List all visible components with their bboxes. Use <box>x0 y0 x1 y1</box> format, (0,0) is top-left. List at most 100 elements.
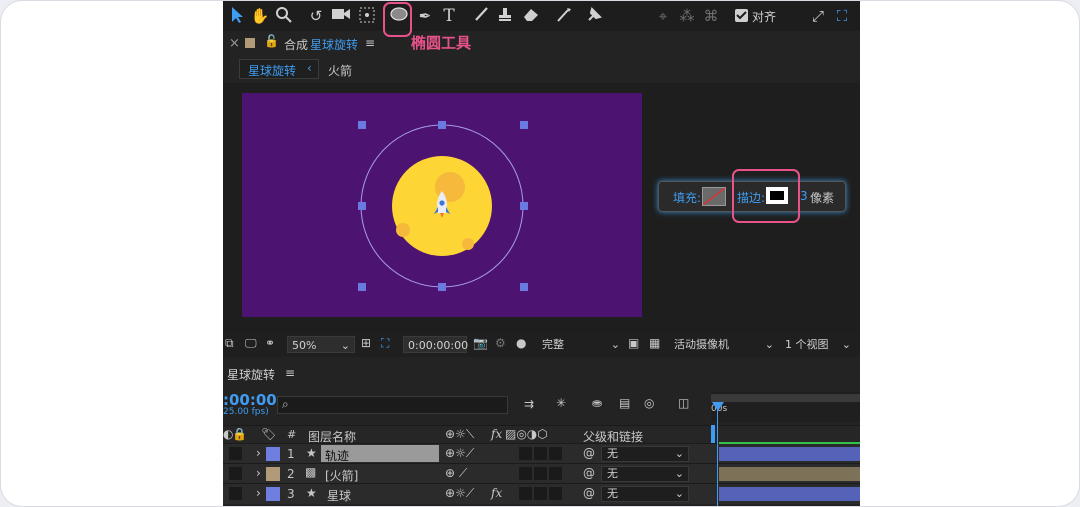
pick-whip-icon[interactable]: @ <box>583 446 595 460</box>
handle-right[interactable] <box>520 202 528 210</box>
handle-top-left[interactable] <box>358 121 366 129</box>
switch-box[interactable] <box>549 447 562 460</box>
lock-icon[interactable]: 🔓 <box>264 34 279 48</box>
layer-switches-icons[interactable]: ⊕ ⟋ <box>445 466 467 481</box>
layer-name[interactable]: 星球 <box>327 487 351 504</box>
layer-name[interactable]: 轨迹 <box>325 447 349 464</box>
switch-box[interactable] <box>549 467 562 480</box>
world-axis-icon[interactable]: ⁂ <box>677 6 697 26</box>
handle-top[interactable] <box>438 121 446 129</box>
timecode-field[interactable]: 0:00:00:00 <box>403 336 468 353</box>
switch-box[interactable] <box>534 447 547 460</box>
clone-stamp-tool-icon[interactable] <box>495 6 515 26</box>
switch-box[interactable] <box>519 447 532 460</box>
view-axis-icon[interactable]: ⌘ <box>701 6 721 26</box>
handle-left[interactable] <box>358 202 366 210</box>
work-area-bar[interactable] <box>711 394 860 402</box>
comp-mini-flowchart-icon[interactable]: ⇉ <box>524 397 534 411</box>
visibility-toggle[interactable] <box>229 447 242 460</box>
parent-select[interactable]: 无 ⌄ <box>601 466 689 482</box>
tab-星球旋转[interactable]: 星球旋转 ‹ <box>239 59 319 79</box>
timeline-menu-icon[interactable]: ≡ <box>285 366 295 380</box>
layer-switches-icons[interactable]: ⊕☼⟋ <box>445 486 474 501</box>
monitor-icon[interactable]: 🖵 <box>245 336 257 351</box>
layer-color-swatch[interactable] <box>266 447 280 461</box>
pen-tool-icon[interactable]: ✒ <box>415 6 435 26</box>
expand-chevron-icon[interactable]: › <box>256 446 261 460</box>
rotate-tool-icon[interactable]: ↺ <box>306 6 326 26</box>
visibility-toggle[interactable] <box>229 487 242 500</box>
layer-row[interactable]: › 1 ★ 轨迹 ⊕☼⟋ @ 无 ⌄ <box>223 442 860 464</box>
handle-bottom-left[interactable] <box>358 283 366 291</box>
switch-box[interactable] <box>534 467 547 480</box>
playhead-head[interactable] <box>712 402 724 411</box>
graph-editor-icon[interactable]: ◫ <box>678 396 689 410</box>
stroke-width-value[interactable]: 3 <box>800 189 808 203</box>
pick-whip-icon[interactable]: @ <box>583 466 595 480</box>
mask-toggle-icon[interactable]: ⚭ <box>265 336 275 350</box>
camera-tool-icon[interactable] <box>331 6 351 26</box>
expand-chevron-icon[interactable]: › <box>256 466 261 480</box>
expand-chevron-icon[interactable]: › <box>256 486 261 500</box>
fx-icon[interactable]: fx <box>491 486 502 500</box>
layer-duration-bar[interactable] <box>719 447 860 461</box>
hand-tool-icon[interactable]: ✋ <box>250 6 270 26</box>
snap-icon[interactable]: ⛶ <box>832 6 852 26</box>
layer-duration-bar[interactable] <box>719 487 860 501</box>
fill-swatch[interactable] <box>702 187 726 206</box>
handle-bottom-right[interactable] <box>520 283 528 291</box>
layer-name[interactable]: [火箭] <box>325 467 358 484</box>
playhead-line[interactable] <box>717 406 718 506</box>
stroke-unit: 像素 <box>810 191 835 205</box>
pick-whip-icon[interactable]: @ <box>583 486 595 500</box>
camera-select[interactable]: 活动摄像机 ⌄ <box>670 336 776 353</box>
playhead-marker[interactable] <box>711 425 715 443</box>
show-snapshot-icon[interactable]: ⚙ <box>495 336 506 350</box>
eraser-tool-icon[interactable] <box>521 6 541 26</box>
time-ruler[interactable]: 00s <box>711 392 860 422</box>
handle-top-right[interactable] <box>520 121 528 129</box>
zoom-select[interactable]: 50% ⌄ <box>287 336 355 353</box>
layer-duration-bar[interactable] <box>719 467 860 481</box>
motion-blur-icon[interactable]: ◎ <box>644 396 654 410</box>
views-select[interactable]: 1 个视图 ⌄ <box>781 336 851 353</box>
brush-tool-icon[interactable] <box>471 6 491 26</box>
frame-blending-icon[interactable]: ▤ <box>619 396 630 410</box>
tab-火箭[interactable]: 火箭 <box>328 62 352 79</box>
align-checkbox[interactable] <box>735 9 748 22</box>
layer-search-input[interactable]: ⌕ <box>277 396 508 414</box>
color-channels-icon[interactable]: ● <box>516 336 526 350</box>
switch-box[interactable] <box>519 487 532 500</box>
handle-bottom[interactable] <box>438 283 446 291</box>
roi-icon[interactable]: ▣ <box>628 336 639 350</box>
layer-color-swatch[interactable] <box>266 467 280 481</box>
switch-box[interactable] <box>534 487 547 500</box>
draft-3d-icon[interactable]: ✳ <box>556 396 566 410</box>
roto-brush-tool-icon[interactable] <box>554 6 574 26</box>
expand-icon[interactable]: ⤢ <box>808 6 828 26</box>
selection-tool-icon[interactable] <box>227 6 247 26</box>
pan-behind-tool-icon[interactable] <box>357 6 377 26</box>
layer-color-swatch[interactable] <box>266 487 280 501</box>
shy-layers-icon[interactable]: ⛂ <box>592 396 602 410</box>
preview-icon[interactable]: ⧉ <box>225 336 234 351</box>
parent-select[interactable]: 无 ⌄ <box>601 486 689 502</box>
layer-row[interactable]: › 3 ★ 星球 ⊕☼⟋ fx @ 无 ⌄ <box>223 483 860 504</box>
zoom-tool-icon[interactable] <box>274 6 294 26</box>
panel-close-icon[interactable]: × <box>229 36 240 51</box>
transparency-icon[interactable]: ▦ <box>649 336 660 350</box>
visibility-toggle[interactable] <box>229 467 242 480</box>
layer-switches-icons[interactable]: ⊕☼⟋ <box>445 446 474 461</box>
resolution-select[interactable]: 完整 ⌄ <box>538 336 622 353</box>
switch-box[interactable] <box>519 467 532 480</box>
switch-box[interactable] <box>549 487 562 500</box>
region-icon[interactable]: ⊞ <box>361 336 371 350</box>
snapshot-camera-icon[interactable]: 📷 <box>473 336 488 350</box>
layer-row[interactable]: › 2 ▩ [火箭] ⊕ ⟋ @ 无 ⌄ <box>223 463 860 484</box>
puppet-tool-icon[interactable] <box>584 6 604 26</box>
transparency-grid-icon[interactable]: ⛶ <box>381 336 389 351</box>
panel-menu-icon[interactable]: ≡ <box>365 36 375 50</box>
axis-tool-icon[interactable]: ⌖ <box>653 6 673 26</box>
text-tool-icon[interactable]: T <box>439 6 459 26</box>
parent-select[interactable]: 无 ⌄ <box>601 446 689 462</box>
